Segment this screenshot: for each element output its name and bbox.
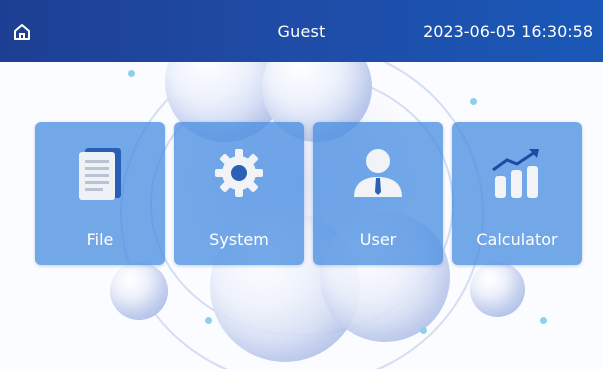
file-tile-label: File bbox=[86, 230, 114, 249]
datetime-display: 2023-06-05 16:30:58 bbox=[423, 22, 593, 41]
file-tile[interactable]: File bbox=[35, 122, 165, 265]
file-icon bbox=[35, 142, 165, 204]
system-tile-label: System bbox=[209, 230, 269, 249]
user-tile-label: User bbox=[359, 230, 397, 249]
user-icon bbox=[313, 142, 443, 204]
home-icon bbox=[14, 24, 30, 40]
system-tile[interactable]: System bbox=[174, 122, 304, 265]
chart-icon bbox=[452, 142, 582, 204]
home-button[interactable] bbox=[8, 18, 36, 46]
calculator-tile-label: Calculator bbox=[476, 230, 558, 249]
user-tile[interactable]: User bbox=[313, 122, 443, 265]
gear-icon bbox=[174, 142, 304, 204]
app-tiles: File System User Calculator bbox=[35, 122, 582, 265]
top-bar: Guest 2023-06-05 16:30:58 bbox=[0, 0, 603, 62]
calculator-tile[interactable]: Calculator bbox=[452, 122, 582, 265]
